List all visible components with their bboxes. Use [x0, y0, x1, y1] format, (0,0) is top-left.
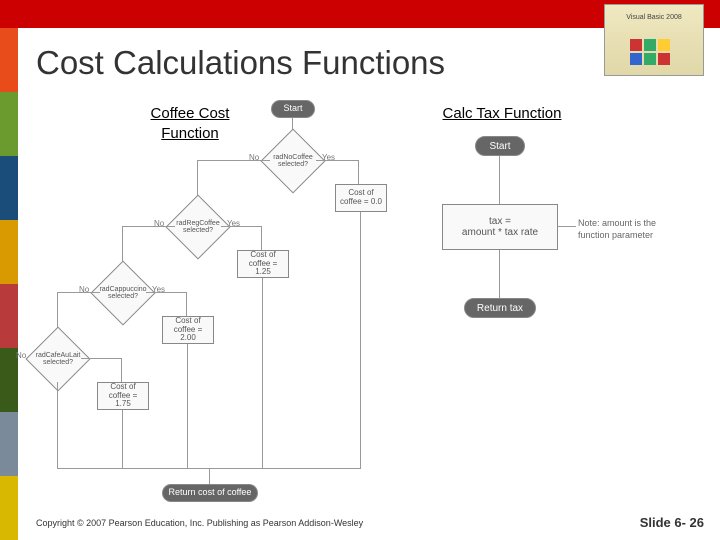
brand-text: Visual Basic 2008	[626, 14, 682, 21]
connector	[261, 226, 262, 250]
footer: Copyright © 2007 Pearson Education, Inc.…	[36, 515, 704, 530]
right-flow-title: Calc Tax Function	[422, 104, 582, 124]
connector	[197, 160, 270, 161]
connector	[360, 212, 361, 468]
decision-cafeaulait-text: radCafeAuLait selected?	[33, 352, 83, 366]
decision-nocoffee-text: radNoCoffee selected?	[268, 154, 318, 168]
decision-regcoffee: radRegCoffee selected?	[175, 204, 221, 250]
decision-cappuccino-text: radCappuccino selected?	[98, 286, 148, 300]
result-cost-175: Cost of coffee = 1.75	[97, 382, 149, 410]
label-no: No	[16, 351, 26, 360]
connector	[262, 278, 263, 468]
left-end-terminal: Return cost of coffee	[162, 484, 258, 502]
connector	[499, 250, 500, 298]
connector	[221, 226, 261, 227]
connector	[186, 292, 187, 316]
decision-nocoffee: radNoCoffee selected?	[270, 138, 316, 184]
slide-number: Slide 6- 26	[640, 515, 704, 530]
copyright-text: Copyright © 2007 Pearson Education, Inc.…	[36, 518, 363, 528]
result-cost-125: Cost of coffee = 1.25	[237, 250, 289, 278]
brand-logo: Visual Basic 2008	[604, 4, 704, 76]
right-end-terminal: Return tax	[464, 298, 536, 318]
result-cost-0: Cost of coffee = 0.0	[335, 184, 387, 212]
connector	[499, 156, 500, 204]
slide-title: Cost Calculations Functions	[36, 44, 445, 82]
connector	[146, 292, 186, 293]
connector	[122, 226, 175, 227]
decision-regcoffee-text: radRegCoffee selected?	[173, 220, 223, 234]
decision-cafeaulait: radCafeAuLait selected?	[35, 336, 81, 382]
brand-blocks-icon	[629, 38, 679, 66]
connector	[57, 292, 100, 293]
connector	[316, 160, 358, 161]
result-cost-200: Cost of coffee = 2.00	[162, 316, 214, 344]
connector	[558, 226, 576, 227]
connector	[122, 410, 123, 468]
connector	[187, 344, 188, 468]
left-start-terminal: Start	[271, 100, 315, 118]
right-process: tax = amount * tax rate	[442, 204, 558, 250]
left-flow-title: Coffee Cost Function	[130, 104, 250, 143]
connector	[81, 358, 121, 359]
connector	[121, 358, 122, 382]
connector	[209, 468, 210, 484]
decision-cappuccino: radCappuccino selected?	[100, 270, 146, 316]
connector	[358, 160, 359, 184]
right-start-terminal: Start	[475, 136, 525, 156]
connector	[57, 382, 58, 468]
side-stripes	[0, 28, 18, 540]
note-text: Note: amount is the function parameter	[578, 218, 688, 241]
